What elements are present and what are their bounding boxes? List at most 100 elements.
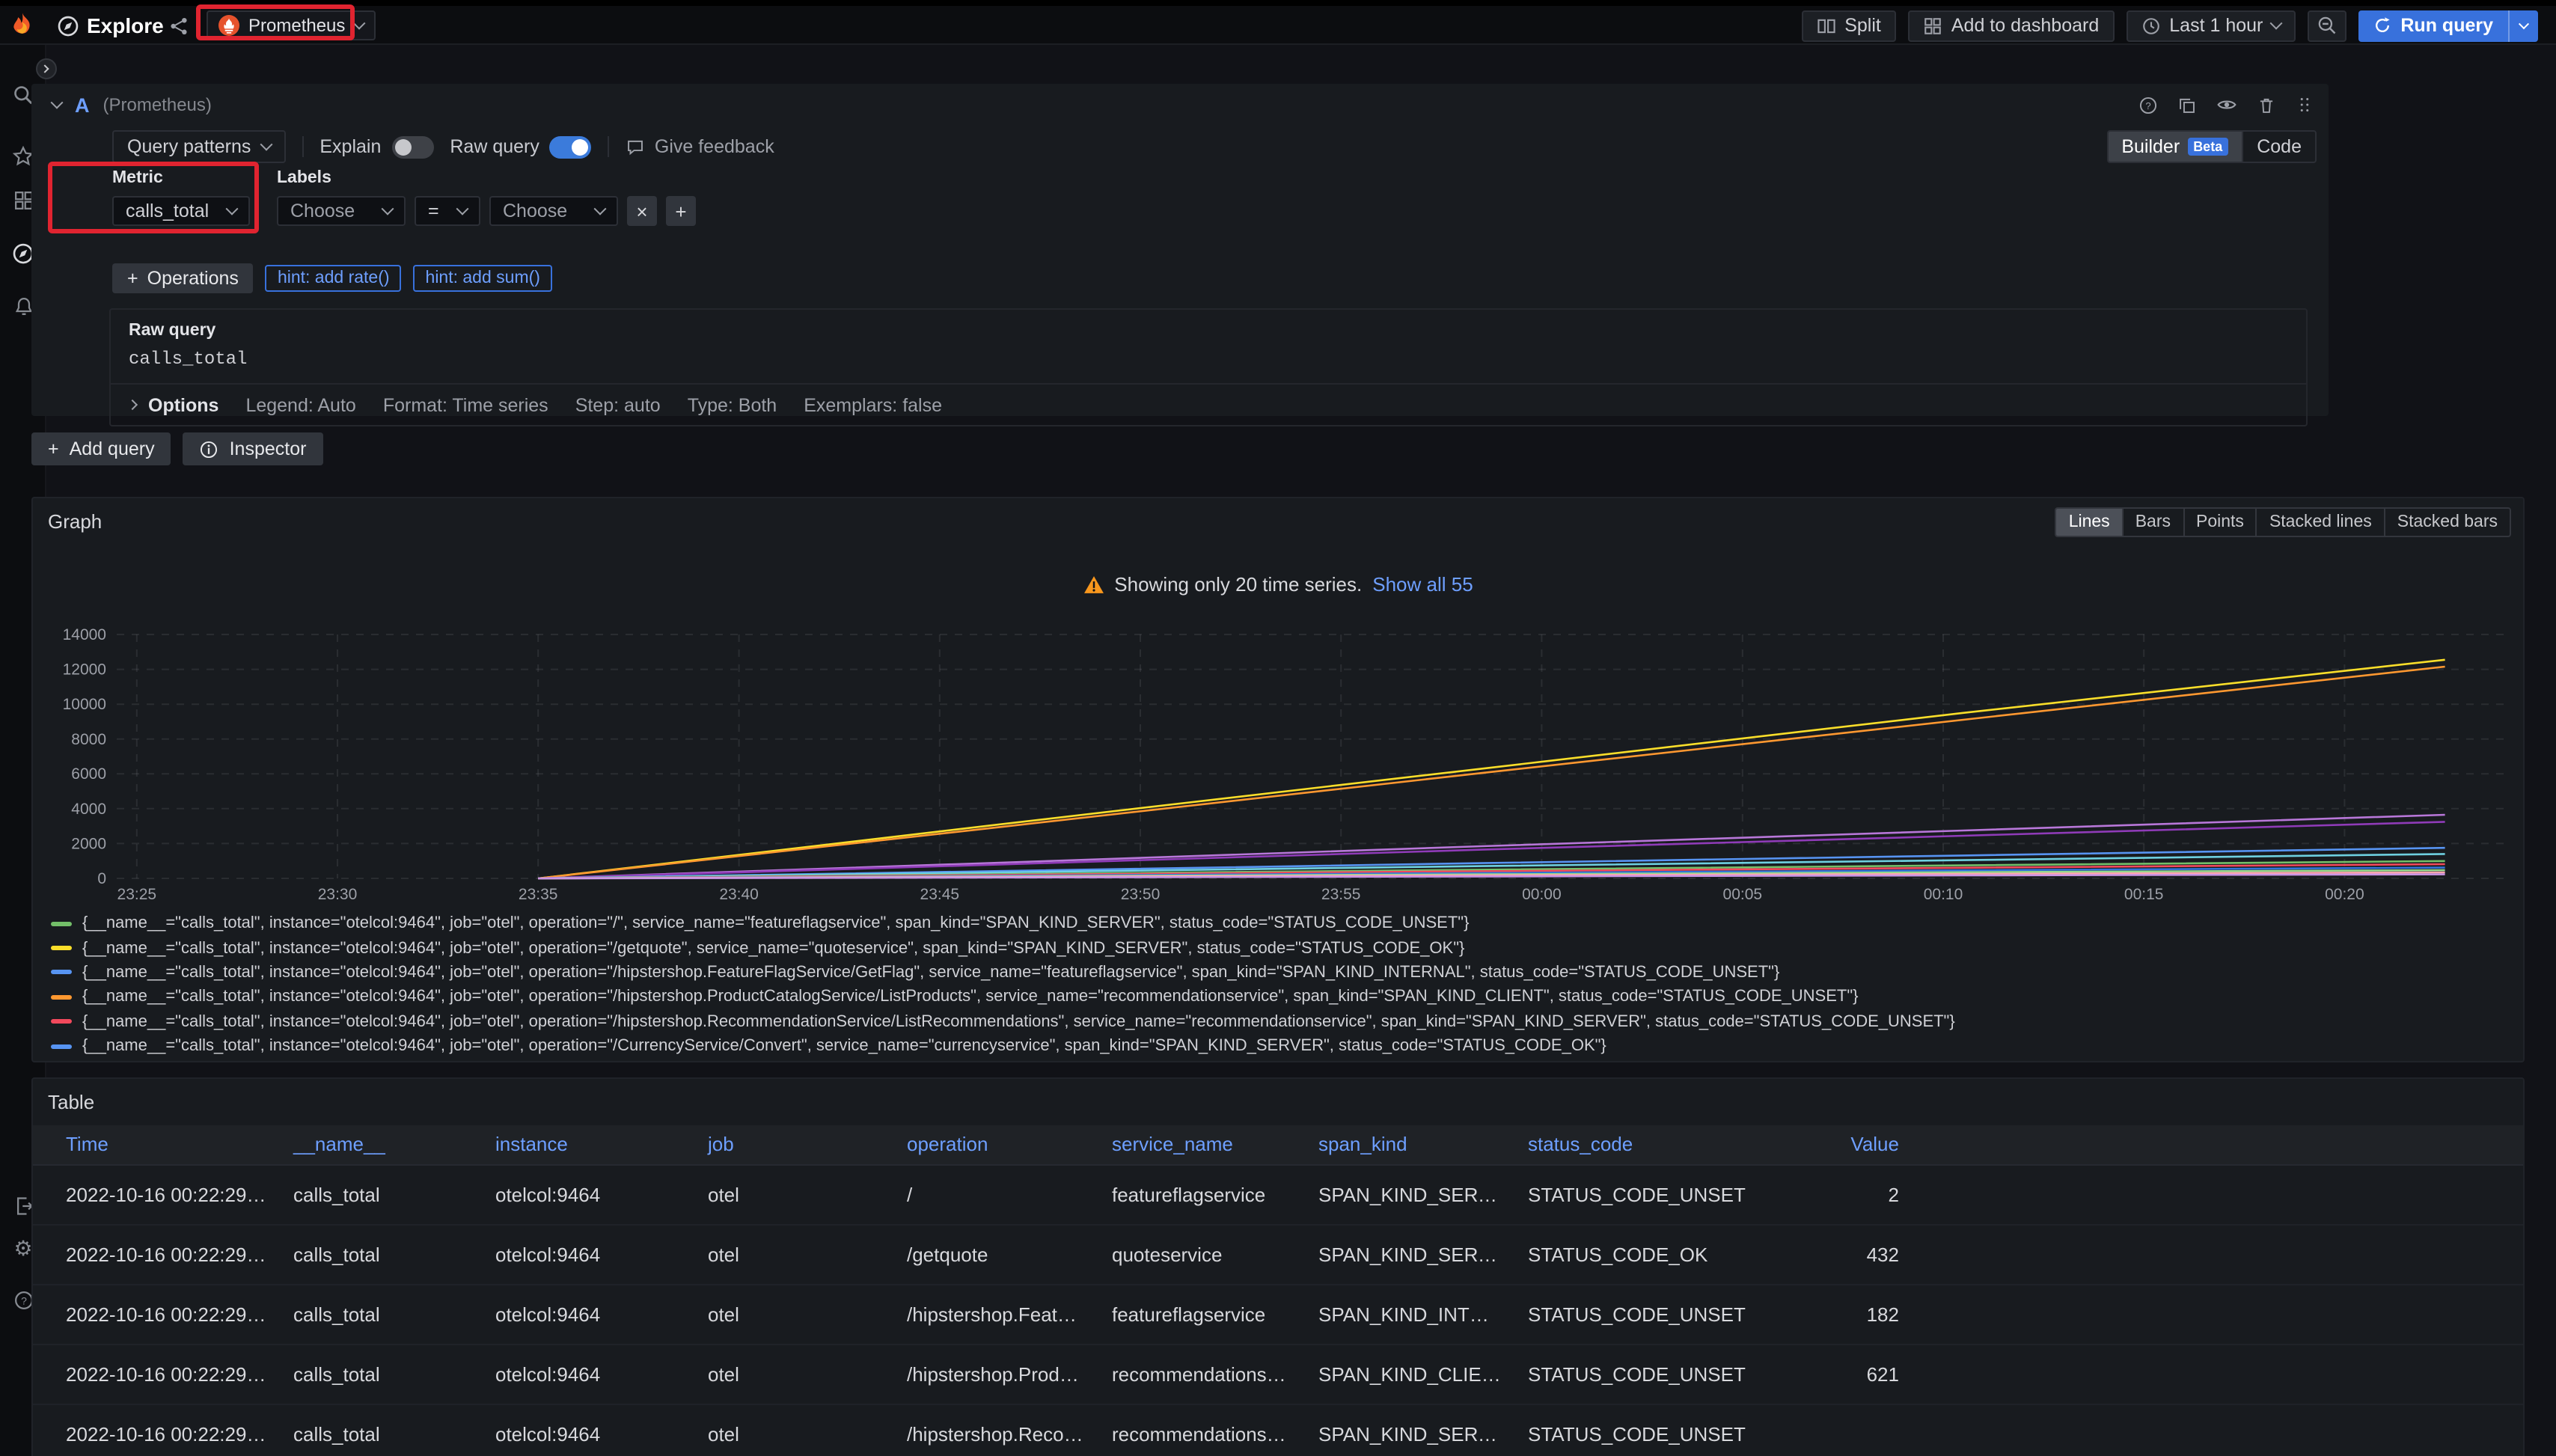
delete-query-trash-icon[interactable] xyxy=(2257,95,2276,114)
collapse-chevron-icon[interactable] xyxy=(51,97,64,109)
query-ref-id[interactable]: A xyxy=(75,94,90,116)
datasource-picker[interactable]: Prometheus xyxy=(207,10,375,40)
legend-item[interactable]: {__name__="calls_total", instance="otelc… xyxy=(51,1009,2508,1034)
query-options-row: Options Legend: Auto Format: Time series… xyxy=(111,383,2306,425)
option-legend: Legend: Auto xyxy=(245,394,355,415)
legend-label: {__name__="calls_total", instance="otelc… xyxy=(82,1037,1606,1055)
table-cell: 182 xyxy=(1797,1284,1914,1344)
query-patterns-dropdown[interactable]: Query patterns xyxy=(112,130,285,163)
raw-query-box: Raw query calls_total Options Legend: Au… xyxy=(109,308,2308,426)
graph-panel-title: Graph xyxy=(48,510,102,533)
time-series-chart[interactable]: 0200040006000800010000120001400023:2523:… xyxy=(48,621,2511,905)
raw-query-toggle[interactable] xyxy=(550,135,592,158)
option-type: Type: Both xyxy=(688,394,777,415)
add-operation-button[interactable]: +Operations xyxy=(112,263,254,293)
table-row: 2022-10-16 00:22:29.655calls_totalotelco… xyxy=(33,1344,2523,1404)
hide-query-eye-icon[interactable] xyxy=(2216,94,2237,115)
table-header-operation[interactable]: operation xyxy=(892,1125,1097,1164)
option-format: Format: Time series xyxy=(383,394,548,415)
hint-add-rate-button[interactable]: hint: add rate() xyxy=(266,265,402,292)
explain-toggle[interactable] xyxy=(391,135,433,158)
table-cell: 621 xyxy=(1797,1344,1914,1404)
table-header-Value[interactable]: Value xyxy=(1797,1125,1914,1164)
hint-add-sum-button[interactable]: hint: add sum() xyxy=(414,265,552,292)
table-cell: 2022-10-16 00:22:29.655 xyxy=(33,1224,278,1284)
inspector-button[interactable]: Inspector xyxy=(183,432,323,465)
graph-legend: {__name__="calls_total", instance="otelc… xyxy=(51,911,2508,1059)
graph-mode-lines[interactable]: Lines xyxy=(2057,509,2122,536)
drag-handle-icon[interactable] xyxy=(2296,96,2314,114)
table-cell: 2022-10-16 00:22:29.655 xyxy=(33,1404,278,1456)
graph-mode-stacked-lines[interactable]: Stacked lines xyxy=(2256,509,2384,536)
table-cell: STATUS_CODE_UNSET xyxy=(1513,1284,1797,1344)
label-key-select[interactable]: Choose xyxy=(277,196,406,226)
show-all-series-link[interactable]: Show all 55 xyxy=(1372,573,1473,596)
table-header-span_kind[interactable]: span_kind xyxy=(1303,1125,1513,1164)
comment-icon xyxy=(626,137,646,156)
table-header-Time[interactable]: Time xyxy=(33,1125,278,1164)
add-query-button[interactable]: +Add query xyxy=(31,432,171,465)
svg-text:?: ? xyxy=(20,1294,26,1306)
series-limit-warning: Showing only 20 time series. Show all 55 xyxy=(33,573,2523,596)
table-row: 2022-10-16 00:22:29.655calls_totalotelco… xyxy=(33,1284,2523,1344)
metric-select[interactable]: calls_total xyxy=(112,196,250,226)
navbar: Explore Prometheus Split Add to dashboar… xyxy=(0,6,2556,45)
code-mode-button[interactable]: Code xyxy=(2242,132,2315,162)
give-feedback-link[interactable]: Give feedback xyxy=(626,136,774,157)
table-header-job[interactable]: job xyxy=(693,1125,892,1164)
legend-item[interactable]: {__name__="calls_total", instance="otelc… xyxy=(51,1034,2508,1059)
legend-label: {__name__="calls_total", instance="otelc… xyxy=(82,939,1464,957)
run-query-dropdown[interactable] xyxy=(2508,10,2538,41)
table-cell: SPAN_KIND_SERVER xyxy=(1303,1404,1513,1456)
legend-item[interactable]: {__name__="calls_total", instance="otelc… xyxy=(51,911,2508,936)
svg-text:?: ? xyxy=(2145,100,2150,111)
legend-label: {__name__="calls_total", instance="otelc… xyxy=(82,988,1859,1006)
duplicate-query-icon[interactable] xyxy=(2177,95,2197,114)
add-label-button[interactable]: + xyxy=(666,196,696,226)
raw-query-label: Raw query xyxy=(450,136,539,157)
divider xyxy=(302,136,303,157)
share-icon[interactable] xyxy=(169,16,189,36)
legend-item[interactable]: {__name__="calls_total", instance="otelc… xyxy=(51,936,2508,961)
split-button[interactable]: Split xyxy=(1801,10,1896,41)
graph-mode-points[interactable]: Points xyxy=(2183,509,2256,536)
metric-label: Metric xyxy=(112,169,250,187)
query-row-header: A (Prometheus) ? xyxy=(52,93,2314,117)
run-query-button[interactable]: Run query xyxy=(2358,10,2508,41)
graph-mode-bars[interactable]: Bars xyxy=(2122,509,2183,536)
legend-label: {__name__="calls_total", instance="otelc… xyxy=(82,914,1469,932)
builder-mode-button[interactable]: Builder Beta xyxy=(2108,132,2242,162)
table-cell: /hipstershop.ProductCatalogService/ListP… xyxy=(892,1344,1097,1404)
options-collapse[interactable]: Options xyxy=(129,394,218,415)
info-circle-icon xyxy=(200,439,219,459)
grafana-logo-icon[interactable] xyxy=(7,10,37,40)
label-operator-select[interactable]: = xyxy=(415,196,480,226)
table-cell: SPAN_KIND_SERVER xyxy=(1303,1164,1513,1224)
split-icon xyxy=(1816,16,1835,35)
query-datasource-label: (Prometheus) xyxy=(103,94,212,115)
table-cell: otel xyxy=(693,1404,892,1456)
graph-mode-stacked-bars[interactable]: Stacked bars xyxy=(2384,509,2510,536)
label-value-select[interactable]: Choose xyxy=(489,196,618,226)
results-table: Time__name__instancejoboperationservice_… xyxy=(33,1125,2523,1456)
table-header-instance[interactable]: instance xyxy=(480,1125,693,1164)
legend-item[interactable]: {__name__="calls_total", instance="otelc… xyxy=(51,961,2508,985)
zoom-out-button[interactable] xyxy=(2308,10,2346,41)
table-row: 2022-10-16 00:22:29.655calls_totalotelco… xyxy=(33,1224,2523,1284)
table-header-filler xyxy=(1914,1125,2523,1164)
explore-compass-icon xyxy=(57,15,79,37)
table-header-status_code[interactable]: status_code xyxy=(1513,1125,1797,1164)
legend-item[interactable]: {__name__="calls_total", instance="otelc… xyxy=(51,985,2508,1009)
table-row: 2022-10-16 00:22:29.655calls_totalotelco… xyxy=(33,1404,2523,1456)
svg-text:12000: 12000 xyxy=(63,661,106,679)
sidebar-expand-button[interactable] xyxy=(36,58,57,79)
query-help-icon[interactable]: ? xyxy=(2138,95,2158,114)
table-header-service_name[interactable]: service_name xyxy=(1097,1125,1303,1164)
remove-label-button[interactable]: × xyxy=(627,196,657,226)
table-cell: otelcol:9464 xyxy=(480,1344,693,1404)
navbar-actions: Split Add to dashboard Last 1 hour Run q… xyxy=(1801,9,2538,42)
svg-text:23:25: 23:25 xyxy=(117,886,157,903)
time-range-picker[interactable]: Last 1 hour xyxy=(2126,10,2296,41)
table-header-__name__[interactable]: __name__ xyxy=(278,1125,480,1164)
add-to-dashboard-button[interactable]: Add to dashboard xyxy=(1908,10,2114,41)
